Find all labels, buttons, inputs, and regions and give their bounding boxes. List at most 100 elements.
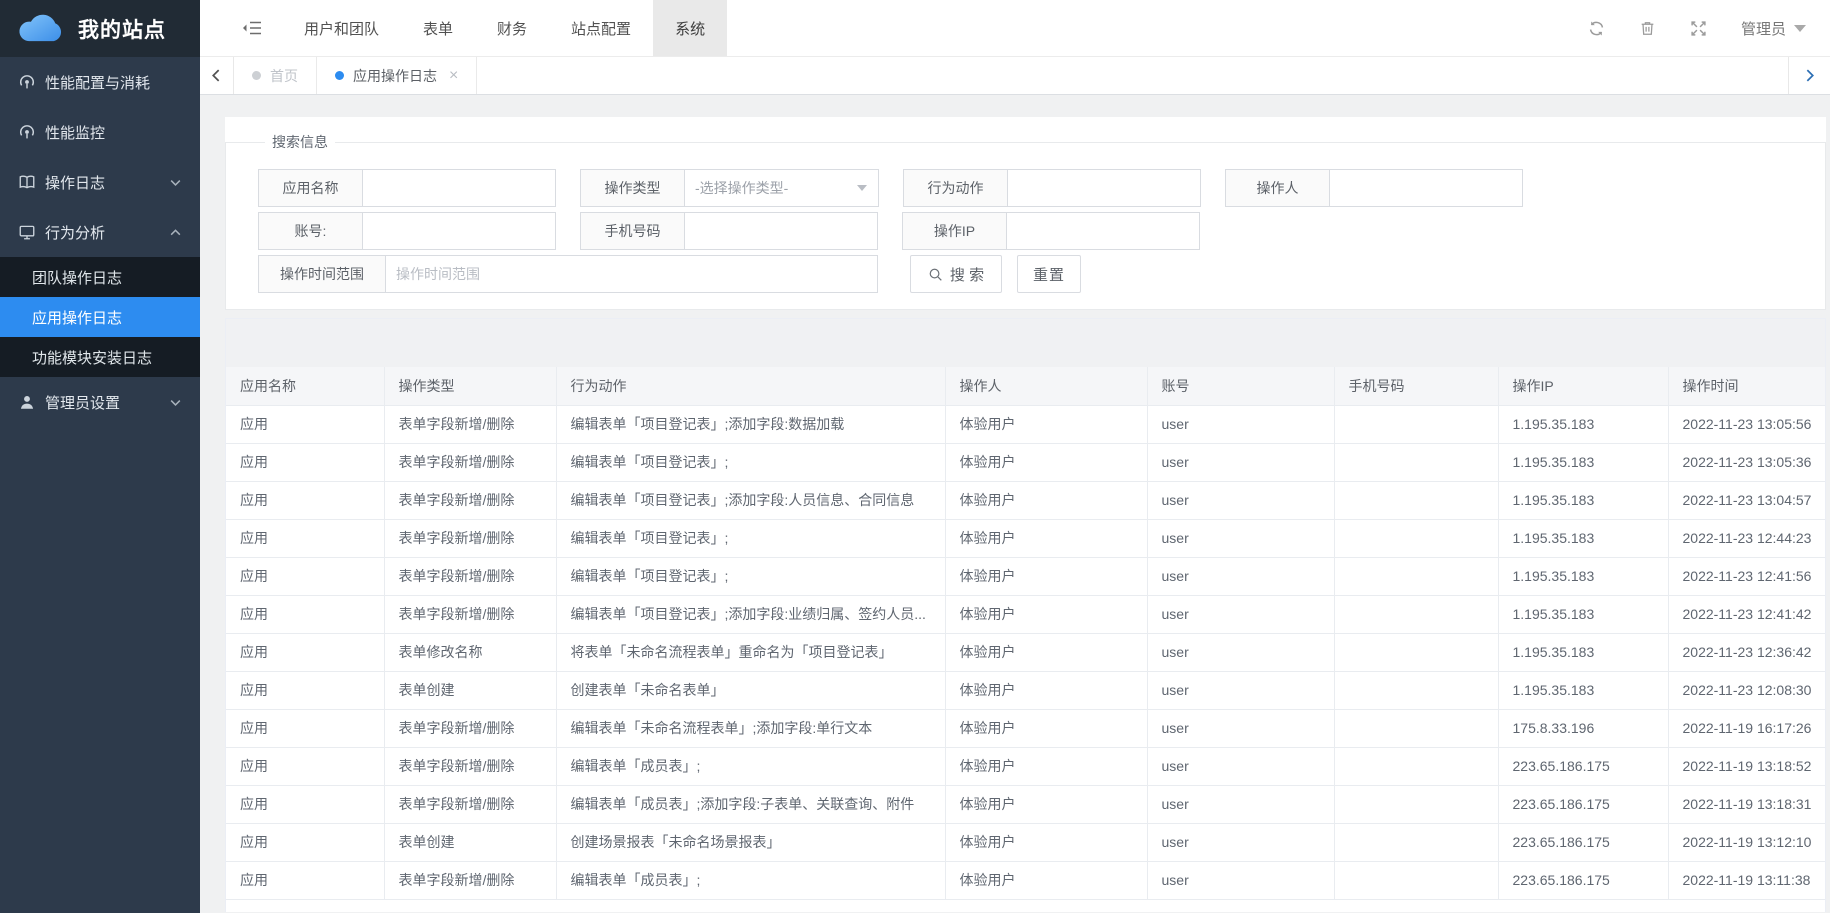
- cell-ip: 1.195.35.183: [1498, 671, 1668, 709]
- sidebar-item-performance-monitor[interactable]: 性能监控: [0, 107, 200, 157]
- search-panel: 搜索信息 应用名称 操作类型 -选择操作类型- 行为动作: [225, 117, 1826, 310]
- cell-phone: [1334, 861, 1498, 899]
- cell-app-name: 应用: [226, 823, 384, 861]
- cell-time: 2022-11-23 12:44:23: [1668, 519, 1826, 557]
- cell-action: 编辑表单「项目登记表」;添加字段:数据加载: [556, 405, 945, 443]
- cell-app-name: 应用: [226, 709, 384, 747]
- cell-account: user: [1147, 671, 1334, 709]
- cell-account: user: [1147, 519, 1334, 557]
- cell-operator: 体验用户: [945, 861, 1147, 899]
- reset-button-label: 重置: [1033, 264, 1065, 285]
- nav-item-label: 站点配置: [571, 18, 631, 39]
- nav-item-site-config[interactable]: 站点配置: [549, 0, 653, 56]
- cell-op-type: 表单创建: [384, 671, 556, 709]
- cell-time: 2022-11-19 16:17:26: [1668, 709, 1826, 747]
- cell-account: user: [1147, 747, 1334, 785]
- cell-action: 创建表单「未命名表单」: [556, 671, 945, 709]
- sidebar-item-behavior-analysis[interactable]: 行为分析: [0, 207, 200, 257]
- reset-button[interactable]: 重置: [1017, 255, 1081, 293]
- cell-account: user: [1147, 785, 1334, 823]
- cell-phone: [1334, 823, 1498, 861]
- op-type-select[interactable]: -选择操作类型-: [685, 169, 879, 207]
- search-button[interactable]: 搜 索: [910, 255, 1002, 293]
- cell-app-name: 应用: [226, 747, 384, 785]
- field-label: 账号:: [258, 212, 363, 250]
- nav-item-system[interactable]: 系统: [653, 0, 727, 56]
- cell-account: user: [1147, 823, 1334, 861]
- cell-ip: 1.195.35.183: [1498, 405, 1668, 443]
- cell-operator: 体验用户: [945, 747, 1147, 785]
- sidebar-subitem-module-install-log[interactable]: 功能模块安装日志: [0, 337, 200, 377]
- search-row-3: 操作时间范围 搜 索 重置: [258, 255, 1825, 293]
- nav-item-forms[interactable]: 表单: [401, 0, 475, 56]
- cell-account: user: [1147, 709, 1334, 747]
- tab-app-operation-log[interactable]: 应用操作日志 ×: [317, 57, 477, 94]
- cell-op-type: 表单字段新增/删除: [384, 861, 556, 899]
- sidebar-subitem-team-operation-log[interactable]: 团队操作日志: [0, 257, 200, 297]
- tab-label: 应用操作日志: [353, 66, 437, 86]
- cell-operator: 体验用户: [945, 481, 1147, 519]
- cell-phone: [1334, 747, 1498, 785]
- nav-item-users-teams[interactable]: 用户和团队: [282, 0, 401, 56]
- tabs-scroll-right-button[interactable]: [1788, 57, 1830, 94]
- cell-time: 2022-11-23 13:05:36: [1668, 443, 1826, 481]
- app-name-input[interactable]: [363, 169, 556, 207]
- cell-phone: [1334, 709, 1498, 747]
- cell-op-type: 表单字段新增/删除: [384, 709, 556, 747]
- refresh-icon[interactable]: [1588, 20, 1605, 37]
- ip-input[interactable]: [1007, 212, 1200, 250]
- sidebar-item-admin-settings[interactable]: 管理员设置: [0, 377, 200, 427]
- sidebar-item-label: 性能配置与消耗: [45, 72, 182, 93]
- cell-app-name: 应用: [226, 557, 384, 595]
- sidebar-item-label: 管理员设置: [45, 392, 169, 413]
- table-row: 应用表单字段新增/删除编辑表单「成员表」;体验用户user223.65.186.…: [226, 747, 1826, 785]
- time-range-input[interactable]: [386, 255, 878, 293]
- sidebar-subitem-label: 功能模块安装日志: [32, 347, 152, 368]
- field-label: 操作类型: [580, 169, 685, 207]
- app-title: 我的站点: [78, 14, 166, 44]
- table-row: 应用表单创建创建表单「未命名表单」体验用户user1.195.35.183202…: [226, 671, 1826, 709]
- search-icon: [928, 267, 943, 282]
- cell-phone: [1334, 785, 1498, 823]
- cell-app-name: 应用: [226, 861, 384, 899]
- cell-action: 创建场景报表「未命名场景报表」: [556, 823, 945, 861]
- field-action: 行为动作: [903, 169, 1201, 207]
- tab-home[interactable]: 首页: [234, 57, 317, 94]
- operator-input[interactable]: [1330, 169, 1523, 207]
- cell-phone: [1334, 519, 1498, 557]
- cell-op-type: 表单修改名称: [384, 633, 556, 671]
- column-header-phone: 手机号码: [1334, 367, 1498, 405]
- tabs-scroll-left-button[interactable]: [200, 57, 234, 94]
- sidebar: 我的站点 性能配置与消耗 性能监控 操: [0, 0, 200, 913]
- sidebar-subitem-app-operation-log[interactable]: 应用操作日志: [0, 297, 200, 337]
- tab-status-dot: [252, 71, 261, 80]
- trash-icon[interactable]: [1639, 20, 1656, 37]
- sidebar-fold-icon[interactable]: [242, 20, 264, 36]
- cell-op-type: 表单字段新增/删除: [384, 519, 556, 557]
- sidebar-subitem-label: 团队操作日志: [32, 267, 122, 288]
- cell-op-type: 表单字段新增/删除: [384, 785, 556, 823]
- cell-account: user: [1147, 481, 1334, 519]
- sidebar-item-performance-config[interactable]: 性能配置与消耗: [0, 57, 200, 107]
- cell-op-type: 表单字段新增/删除: [384, 405, 556, 443]
- cell-phone: [1334, 671, 1498, 709]
- action-input[interactable]: [1008, 169, 1201, 207]
- cell-action: 编辑表单「项目登记表」;添加字段:人员信息、合同信息: [556, 481, 945, 519]
- sidebar-item-operation-logs[interactable]: 操作日志: [0, 157, 200, 207]
- chevron-down-icon: [169, 396, 182, 409]
- table-row: 应用表单字段新增/删除编辑表单「项目登记表」;体验用户user1.195.35.…: [226, 557, 1826, 595]
- cell-phone: [1334, 557, 1498, 595]
- cell-action: 编辑表单「项目登记表」;: [556, 557, 945, 595]
- tab-close-icon[interactable]: ×: [449, 68, 458, 84]
- account-input[interactable]: [363, 212, 556, 250]
- cell-phone: [1334, 633, 1498, 671]
- phone-input[interactable]: [685, 212, 878, 250]
- nav-item-label: 财务: [497, 18, 527, 39]
- nav-item-label: 系统: [675, 18, 705, 39]
- user-dropdown[interactable]: 管理员: [1741, 18, 1806, 39]
- search-fieldset: 搜索信息 应用名称 操作类型 -选择操作类型- 行为动作: [225, 132, 1826, 310]
- field-label: 应用名称: [258, 169, 363, 207]
- nav-item-finance[interactable]: 财务: [475, 0, 549, 56]
- fullscreen-icon[interactable]: [1690, 20, 1707, 37]
- cell-account: user: [1147, 557, 1334, 595]
